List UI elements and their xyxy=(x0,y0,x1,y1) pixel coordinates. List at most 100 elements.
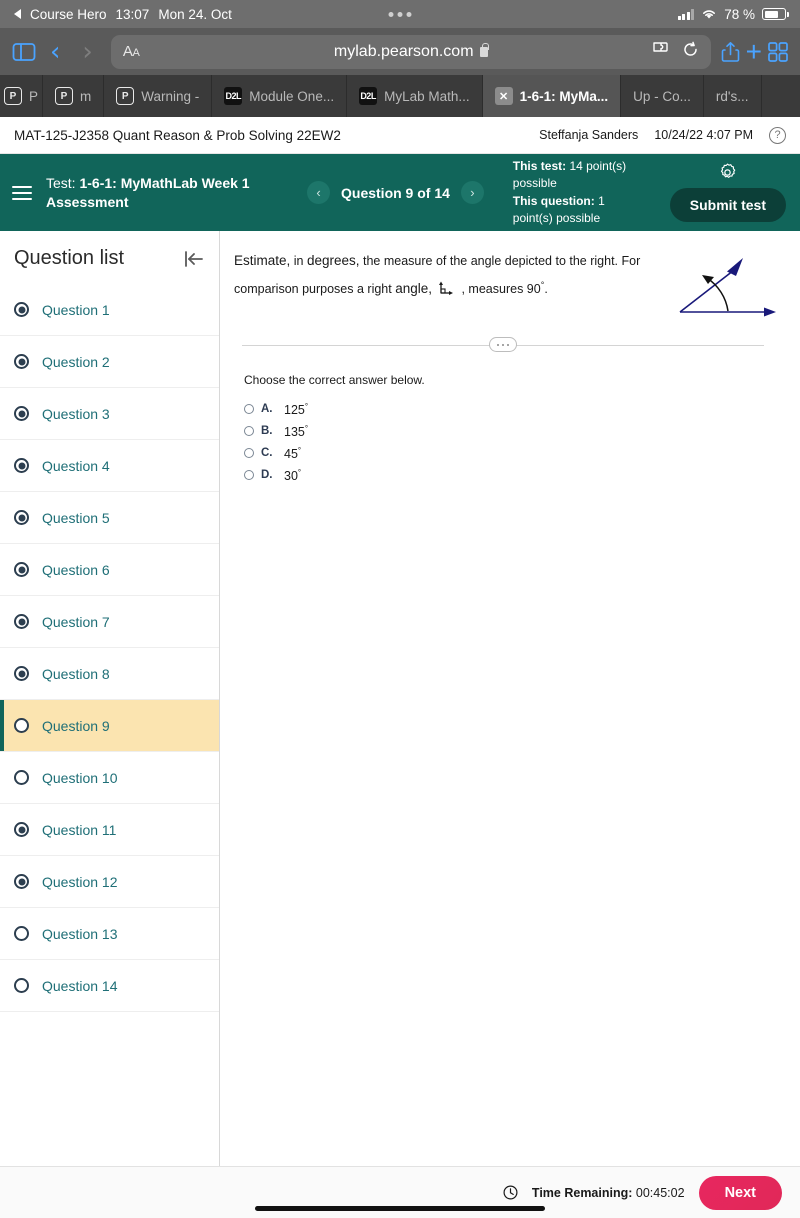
question-word-degrees: degrees, xyxy=(306,253,360,268)
question-list-item-label: Question 4 xyxy=(42,457,110,474)
gear-icon[interactable] xyxy=(718,163,737,182)
question-list-item[interactable]: Question 7 xyxy=(0,596,219,648)
help-icon[interactable]: ? xyxy=(769,126,786,144)
test-title-block: Test: 1-6-1: MyMathLab Week 1 Assessment xyxy=(46,174,261,212)
question-list-item[interactable]: Question 2 xyxy=(0,336,219,388)
browser-tab[interactable]: Pm xyxy=(43,75,105,117)
question-list-item[interactable]: Question 4 xyxy=(0,440,219,492)
answer-choice-letter: C. xyxy=(261,447,273,460)
forward-chevron-icon[interactable]: › xyxy=(74,39,100,65)
answer-choice-value: 45° xyxy=(284,445,302,461)
pearson-icon: P xyxy=(55,87,74,105)
points-summary: This test: 14 point(s) possible This que… xyxy=(513,158,648,228)
reload-icon[interactable] xyxy=(682,41,699,63)
next-question-button[interactable]: › xyxy=(460,181,484,204)
clock-icon xyxy=(503,1185,518,1200)
question-navigator: ‹ Question 9 of 14 › xyxy=(307,181,484,204)
back-triangle-icon[interactable] xyxy=(14,9,21,19)
question-list-title: Question list xyxy=(14,247,125,269)
close-icon[interactable]: ✕ xyxy=(494,87,513,105)
status-date: Mon 24. Oct xyxy=(158,6,232,22)
browser-tab-label: 1-6-1: MyMa... xyxy=(519,88,609,104)
back-app-label[interactable]: Course Hero xyxy=(30,7,107,22)
question-list-item-label: Question 10 xyxy=(42,769,118,786)
question-list-item[interactable]: Question 12 xyxy=(0,856,219,908)
question-list-item[interactable]: Question 11 xyxy=(0,804,219,856)
next-button[interactable]: Next xyxy=(698,1175,782,1210)
question-word-angle: angle, xyxy=(395,280,432,296)
browser-tab[interactable]: P Warning - xyxy=(104,75,213,117)
angle-diagram xyxy=(658,249,788,334)
question-list-item[interactable]: Question 6 xyxy=(0,544,219,596)
multitask-dots-icon[interactable] xyxy=(388,11,412,17)
choose-answer-label: Choose the correct answer below. xyxy=(244,373,425,388)
safari-toolbar: ‹ › AA mylab.pearson.com + xyxy=(0,28,800,75)
answer-choice[interactable]: D. 30° xyxy=(244,465,780,485)
extensions-puzzle-icon[interactable] xyxy=(652,41,670,62)
browser-tab[interactable]: rd's... xyxy=(703,75,762,117)
question-panel: Estimate, in degrees, the measure of the… xyxy=(220,231,800,1174)
time-remaining-label: Time Remaining: xyxy=(531,1185,633,1200)
time-remaining: Time Remaining: 00:45:02 xyxy=(532,1186,685,1200)
question-counter: Question 9 of 14 xyxy=(341,184,450,201)
test-prefix-label: Test: xyxy=(46,174,76,191)
unanswered-indicator-icon xyxy=(14,718,29,733)
answered-indicator-icon xyxy=(14,614,29,629)
share-icon[interactable] xyxy=(721,41,740,63)
question-list-item-label: Question 13 xyxy=(42,925,118,942)
plus-icon[interactable]: + xyxy=(746,37,762,66)
question-list-item[interactable]: Question 5 xyxy=(0,492,219,544)
answer-choice-radio[interactable] xyxy=(244,470,254,481)
answered-indicator-icon xyxy=(14,406,29,421)
question-list-item[interactable]: Question 10 xyxy=(0,752,219,804)
question-list-item[interactable]: Question 13 xyxy=(0,908,219,960)
browser-tab[interactable]: D2L MyLab Math... xyxy=(347,75,483,117)
divider-drag-handle[interactable] xyxy=(489,337,517,353)
answer-choice[interactable]: C. 45° xyxy=(244,443,780,463)
text-size-button[interactable]: AA xyxy=(123,43,140,60)
submit-test-button[interactable]: Submit test xyxy=(669,188,786,222)
answer-choice-radio[interactable] xyxy=(244,448,254,459)
address-bar[interactable]: AA mylab.pearson.com xyxy=(110,34,711,69)
d2l-icon: D2L xyxy=(224,87,243,105)
prev-question-button[interactable]: ‹ xyxy=(307,181,330,204)
question-list-item-label: Question 7 xyxy=(42,613,110,630)
home-indicator[interactable] xyxy=(255,1206,545,1211)
answered-indicator-icon xyxy=(14,666,29,681)
browser-tab[interactable]: Up - Co... xyxy=(621,75,704,117)
browser-tab[interactable]: ✕ 1-6-1: MyMa... xyxy=(482,75,622,117)
answered-indicator-icon xyxy=(14,562,29,577)
sidebar-icon[interactable] xyxy=(12,42,36,62)
right-angle-icon xyxy=(437,279,459,306)
browser-tab-label: Module One... xyxy=(249,88,335,104)
status-time: 13:07 xyxy=(115,6,150,22)
question-list-item[interactable]: Question 14 xyxy=(0,960,219,1012)
question-list-item-label: Question 11 xyxy=(42,821,117,838)
question-list-item[interactable]: Question 8 xyxy=(0,648,219,700)
time-remaining-value: 00:45:02 xyxy=(635,1185,685,1200)
browser-tab[interactable]: D2L Module One... xyxy=(212,75,348,117)
tab-grid-icon[interactable] xyxy=(768,41,788,62)
question-list-item[interactable]: Question 3 xyxy=(0,388,219,440)
unanswered-indicator-icon xyxy=(14,770,29,785)
menu-hamburger-icon[interactable] xyxy=(12,185,32,200)
answer-choice-radio[interactable] xyxy=(244,426,254,437)
answer-choice[interactable]: A. 125° xyxy=(244,399,780,419)
answer-choice[interactable]: B. 135° xyxy=(244,421,780,441)
this-test-label: This test: xyxy=(512,158,567,173)
question-list-item-label: Question 8 xyxy=(42,665,110,682)
question-list-item[interactable]: Question 9 xyxy=(0,700,219,752)
question-list-item-label: Question 1 xyxy=(42,301,110,318)
browser-tab-label: Warning - xyxy=(141,88,200,104)
battery-icon xyxy=(762,8,789,20)
unanswered-indicator-icon xyxy=(14,978,29,993)
question-list-item[interactable]: Question 1 xyxy=(0,284,219,336)
question-list-item-label: Question 14 xyxy=(42,977,118,994)
browser-tab[interactable]: PP xyxy=(0,75,44,117)
question-list-item-label: Question 2 xyxy=(42,353,110,370)
back-chevron-icon[interactable]: ‹ xyxy=(42,39,68,65)
main-content: Question list Question 1 Question 2 Questi… xyxy=(0,231,800,1174)
collapse-panel-icon[interactable] xyxy=(183,250,205,268)
answer-choice-radio[interactable] xyxy=(244,404,254,415)
question-list-items: Question 1 Question 2 Question 3 Question 4… xyxy=(0,284,219,1012)
